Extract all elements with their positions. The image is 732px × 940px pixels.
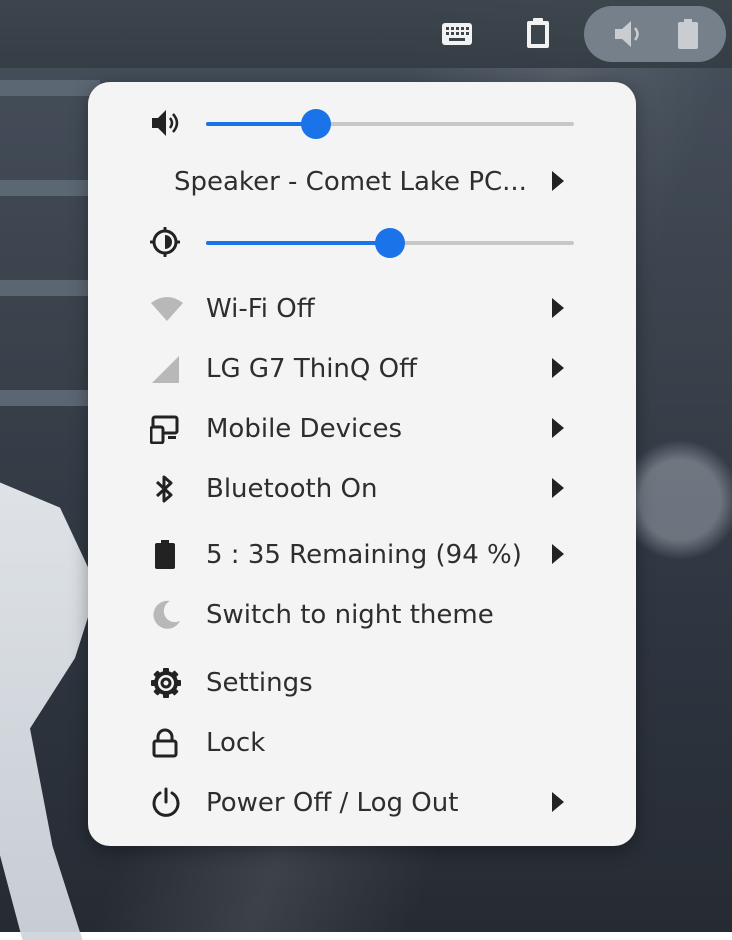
- bluetooth-icon: [150, 473, 190, 505]
- brightness-slider-row: [88, 222, 636, 262]
- lock-icon: [150, 727, 190, 759]
- clipboard-icon[interactable]: [522, 16, 554, 50]
- wallpaper-ledge: [0, 390, 100, 406]
- wallpaper-ledge: [0, 280, 100, 296]
- wifi-off-icon: [150, 293, 190, 325]
- submenu-arrow-icon: [552, 478, 564, 498]
- night-theme-item[interactable]: Switch to night theme: [88, 587, 636, 643]
- wallpaper-ledge: [0, 80, 100, 96]
- submenu-arrow-icon: [552, 171, 564, 191]
- lock-label: Lock: [206, 728, 266, 758]
- settings-item[interactable]: Settings: [88, 655, 636, 711]
- wifi-label: Wi-Fi Off: [206, 294, 315, 324]
- gear-icon: [150, 667, 190, 699]
- submenu-arrow-icon: [552, 544, 564, 564]
- volume-icon[interactable]: [150, 109, 190, 137]
- power-icon: [150, 787, 190, 819]
- submenu-arrow-icon: [552, 358, 564, 378]
- volume-icon: [612, 18, 646, 50]
- mobile-devices-icon: [150, 413, 190, 445]
- volume-slider-handle[interactable]: [301, 109, 332, 139]
- brightness-slider-fill: [206, 241, 390, 245]
- volume-slider-fill: [206, 122, 317, 126]
- mobile-signal-off-icon: [150, 353, 190, 385]
- output-device-label: Speaker - Comet Lake PC...: [174, 167, 527, 197]
- power-submenu[interactable]: Power Off / Log Out: [88, 775, 636, 831]
- top-bar: [0, 0, 732, 68]
- output-device-submenu[interactable]: Speaker - Comet Lake PC...: [88, 154, 636, 210]
- bluetooth-label: Bluetooth On: [206, 474, 378, 504]
- lock-item[interactable]: Lock: [88, 715, 636, 771]
- power-label: Power Off / Log Out: [206, 788, 459, 818]
- night-theme-label: Switch to night theme: [206, 600, 494, 630]
- submenu-arrow-icon: [552, 418, 564, 438]
- battery-icon: [150, 539, 190, 571]
- mobile-devices-submenu[interactable]: Mobile Devices: [88, 401, 636, 457]
- brightness-slider-handle[interactable]: [375, 228, 405, 258]
- wifi-submenu[interactable]: Wi-Fi Off: [88, 281, 636, 337]
- settings-label: Settings: [206, 668, 313, 698]
- brightness-slider[interactable]: [206, 228, 574, 258]
- battery-label: 5 : 35 Remaining (94 %): [206, 540, 522, 570]
- mobile-network-submenu[interactable]: LG G7 ThinQ Off: [88, 341, 636, 397]
- system-menu: Speaker - Comet Lake PC... Wi-Fi Off LG …: [88, 82, 636, 846]
- bluetooth-submenu[interactable]: Bluetooth On: [88, 461, 636, 517]
- submenu-arrow-icon: [552, 792, 564, 812]
- battery-submenu[interactable]: 5 : 35 Remaining (94 %): [88, 527, 636, 583]
- battery-icon: [674, 18, 702, 50]
- submenu-arrow-icon: [552, 298, 564, 318]
- brightness-icon: [150, 227, 190, 257]
- volume-slider[interactable]: [206, 109, 574, 139]
- volume-slider-row: [88, 103, 636, 143]
- mobile-devices-label: Mobile Devices: [206, 414, 403, 444]
- keyboard-icon[interactable]: [440, 18, 474, 50]
- moon-icon: [150, 599, 190, 631]
- wallpaper-ledge: [0, 180, 100, 196]
- system-tray-button[interactable]: [584, 6, 726, 62]
- mobile-network-label: LG G7 ThinQ Off: [206, 354, 418, 384]
